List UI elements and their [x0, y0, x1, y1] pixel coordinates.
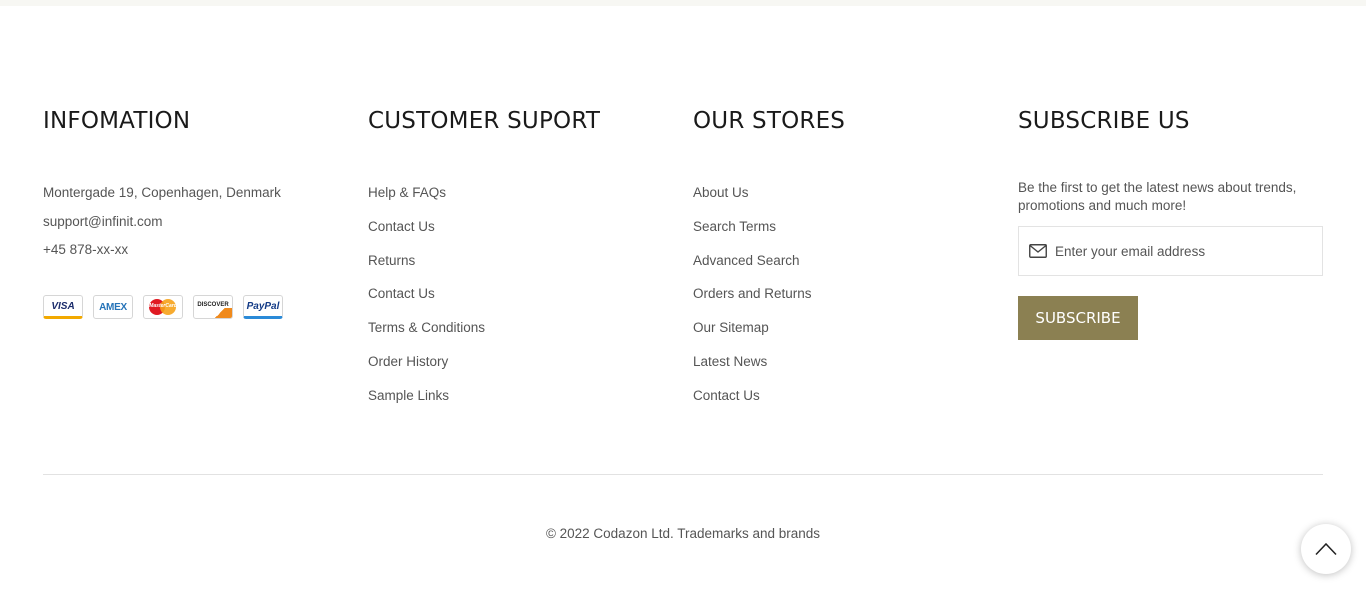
paypal-label: PayPal	[246, 300, 280, 312]
subscribe-description: Be the first to get the latest news abou…	[1018, 180, 1297, 213]
address-text: Montergade 19, Copenhagen, Denmark	[43, 185, 281, 200]
discover-icon: DISCOVER	[193, 295, 233, 319]
mastercard-icon: MasterCard	[143, 295, 183, 319]
stores-link-search-terms[interactable]: Search Terms	[693, 219, 776, 234]
support-column: CUSTOMER SUPORT Help & FAQs Contact Us R…	[368, 106, 601, 403]
site-footer: INFOMATION Montergade 19, Copenhagen, De…	[0, 6, 1366, 595]
phone-text: +45 878-xx-xx	[43, 242, 129, 257]
support-link-contact-us[interactable]: Contact Us	[368, 219, 435, 234]
footer-divider	[43, 474, 1323, 475]
back-to-top-button[interactable]	[1301, 524, 1351, 574]
amex-label: AMEX	[99, 301, 127, 313]
stores-link-orders-returns[interactable]: Orders and Returns	[693, 286, 812, 301]
stores-link-latest-news[interactable]: Latest News	[693, 354, 767, 369]
chevron-up-icon	[1315, 542, 1337, 556]
support-link-returns[interactable]: Returns	[368, 253, 415, 268]
support-link-terms[interactable]: Terms & Conditions	[368, 320, 485, 335]
support-link-sample-links[interactable]: Sample Links	[368, 388, 449, 403]
contact-info-list: Montergade 19, Copenhagen, Denmark suppo…	[43, 183, 281, 269]
stores-link-advanced-search[interactable]: Advanced Search	[693, 253, 800, 268]
visa-label: VISA	[51, 300, 75, 312]
info-column: INFOMATION Montergade 19, Copenhagen, De…	[43, 106, 283, 319]
email-text: support@infinit.com	[43, 213, 163, 229]
paypal-icon: PayPal	[243, 295, 283, 319]
payment-methods: VISA AMEX MasterCard DISCOVER PayPal	[43, 295, 283, 319]
info-heading: INFOMATION	[43, 108, 191, 134]
support-link-help-faqs[interactable]: Help & FAQs	[368, 185, 446, 200]
stores-links: About Us Search Terms Advanced Search Or…	[693, 183, 812, 420]
stores-link-about-us[interactable]: About Us	[693, 185, 749, 200]
email-field-wrapper	[1018, 226, 1323, 276]
subscribe-button[interactable]: SUBSCRIBE	[1018, 296, 1138, 340]
mastercard-label: MasterCard	[149, 303, 177, 309]
copyright-text: © 2022 Codazon Ltd. Trademarks and brand…	[545, 526, 821, 541]
stores-link-sitemap[interactable]: Our Sitemap	[693, 320, 769, 335]
email-input[interactable]	[1055, 243, 1305, 259]
mail-icon	[1029, 244, 1047, 258]
discover-label: DISCOVER	[197, 302, 229, 308]
amex-icon: AMEX	[93, 295, 133, 319]
support-heading: CUSTOMER SUPORT	[368, 108, 601, 134]
stores-link-contact-us[interactable]: Contact Us	[693, 388, 760, 403]
subscribe-column: SUBSCRIBE US Be the first to get the lat…	[1018, 106, 1323, 340]
support-link-contact-us-2[interactable]: Contact Us	[368, 286, 435, 301]
visa-icon: VISA	[43, 295, 83, 319]
support-link-order-history[interactable]: Order History	[368, 354, 448, 369]
stores-column: OUR STORES About Us Search Terms Advance…	[693, 106, 846, 403]
subscribe-heading: SUBSCRIBE US	[1018, 108, 1190, 134]
stores-heading: OUR STORES	[693, 108, 846, 134]
support-links: Help & FAQs Contact Us Returns Contact U…	[368, 183, 485, 420]
